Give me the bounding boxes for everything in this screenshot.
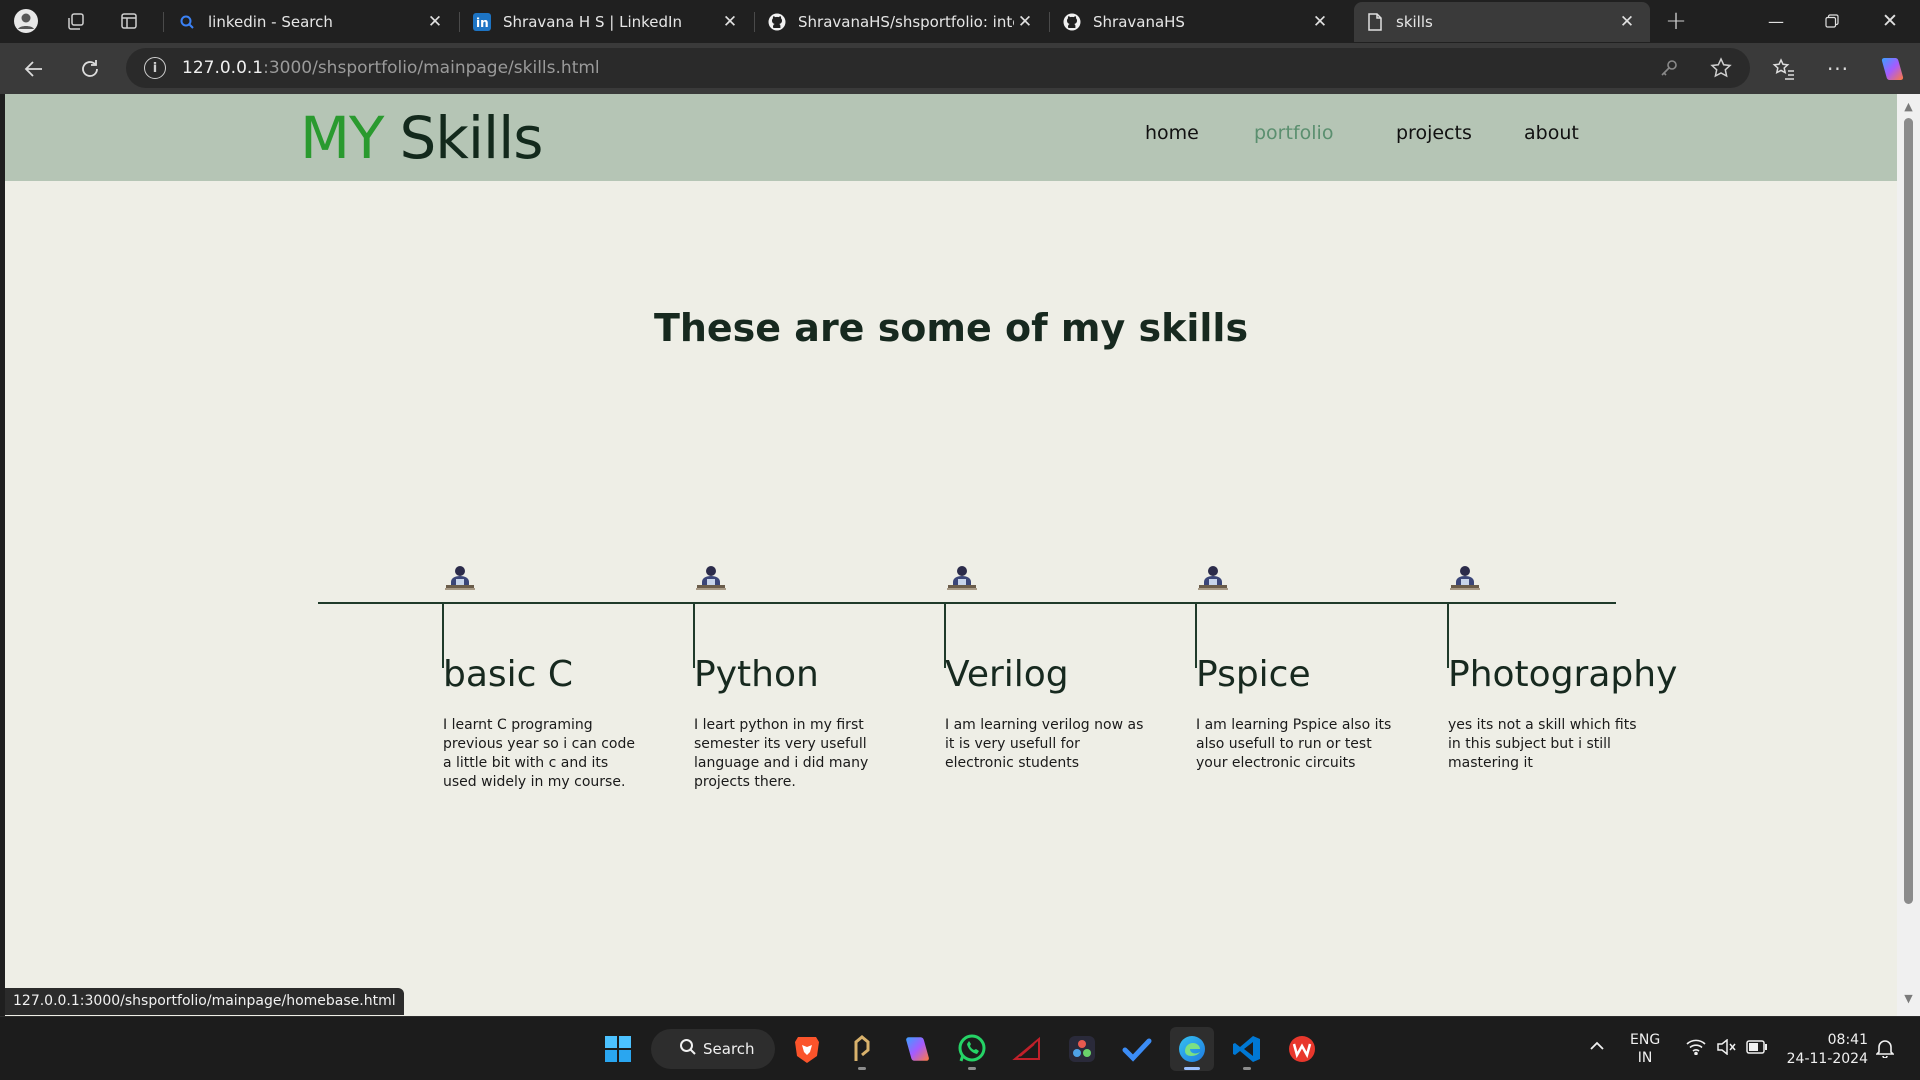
skill-description: I learnt C programing previous year so i… — [443, 717, 636, 790]
skill-name: Python — [694, 654, 819, 695]
scroll-up-icon[interactable]: ▲ — [1902, 100, 1915, 113]
browser-tab-strip: linkedin - Search ✕ in Shravana H S | Li… — [0, 0, 1920, 43]
whatsapp-icon[interactable] — [950, 1027, 994, 1071]
page-scrollbar[interactable]: ▲ ▼ — [1897, 94, 1920, 1016]
nav-projects[interactable]: projects — [1396, 122, 1472, 144]
wps-office-icon[interactable] — [1280, 1027, 1324, 1071]
language-code: ENG — [1630, 1032, 1661, 1048]
scroll-down-icon[interactable]: ▼ — [1902, 992, 1915, 1005]
close-tab-icon[interactable]: ✕ — [1309, 11, 1331, 33]
nav-home[interactable]: home — [1145, 122, 1199, 144]
page-icon — [1366, 13, 1384, 31]
tab-skills[interactable]: skills ✕ — [1354, 2, 1650, 42]
minimize-icon[interactable]: — — [1748, 0, 1804, 42]
close-tab-icon[interactable]: ✕ — [1014, 11, 1036, 33]
vscode-icon[interactable] — [1225, 1027, 1269, 1071]
start-windows-icon[interactable] — [596, 1027, 640, 1071]
region-code: IN — [1637, 1050, 1653, 1066]
tab-title: skills — [1396, 13, 1433, 31]
restore-icon[interactable] — [1804, 0, 1860, 42]
browser-toolbar: i 127.0.0.1:3000/shsportfolio/mainpage/s… — [0, 43, 1920, 94]
skill-description: I leart python in my first semester its … — [694, 717, 869, 790]
copilot-icon[interactable] — [1874, 51, 1910, 87]
todo-check-icon[interactable] — [1115, 1027, 1159, 1071]
search-icon — [679, 1038, 697, 1060]
skill-name: basic C — [443, 654, 574, 695]
clock[interactable]: 08:41 24-11-2024 — [1782, 1031, 1868, 1069]
address-bar[interactable]: i 127.0.0.1:3000/shsportfolio/mainpage/s… — [126, 48, 1750, 88]
tab-title: ShravanaHS/shsportfolio: internsl — [798, 13, 1014, 31]
close-window-icon[interactable]: ✕ — [1862, 0, 1918, 42]
refresh-icon[interactable] — [72, 51, 108, 87]
taskbar-search[interactable]: Search — [651, 1029, 775, 1069]
edge-browser-icon[interactable] — [1170, 1027, 1214, 1071]
worker-at-desk-icon — [947, 566, 977, 590]
new-tab-icon[interactable]: + — [1660, 6, 1692, 36]
tab-title: linkedin - Search — [208, 13, 333, 31]
vertical-tabs-icon[interactable] — [113, 6, 145, 36]
close-tab-icon[interactable]: ✕ — [1616, 11, 1638, 33]
brave-browser-icon[interactable] — [785, 1027, 829, 1071]
url-text[interactable]: 127.0.0.1:3000/shsportfolio/mainpage/ski… — [182, 58, 600, 78]
skill-name: Pspice — [1196, 654, 1311, 695]
workspaces-icon[interactable] — [60, 6, 92, 36]
favorites-list-icon[interactable] — [1766, 51, 1802, 87]
url-host: 127.0.0.1 — [182, 58, 264, 78]
page-heading: These are some of my skills — [653, 306, 1249, 350]
more-options-icon[interactable]: ··· — [1820, 51, 1856, 87]
worker-at-desk-icon — [445, 566, 475, 590]
show-hidden-icons[interactable] — [1588, 1037, 1606, 1059]
clock-time: 08:41 — [1827, 1032, 1868, 1048]
skill-name: Photography — [1448, 654, 1678, 695]
nav-portfolio[interactable]: portfolio — [1254, 122, 1333, 144]
nav-about[interactable]: about — [1524, 122, 1579, 144]
linkedin-icon: in — [473, 13, 491, 31]
site-header: MY Skills home portfolio projects about — [5, 94, 1897, 181]
profile-icon[interactable] — [10, 6, 42, 36]
language-indicator[interactable]: ENG IN — [1630, 1031, 1660, 1067]
worker-at-desk-icon — [696, 566, 726, 590]
search-icon — [178, 13, 196, 31]
close-tab-icon[interactable]: ✕ — [424, 11, 446, 33]
worker-at-desk-icon — [1198, 566, 1228, 590]
github-icon — [768, 13, 786, 31]
skill-description: I am learning verilog now as it is very … — [945, 717, 1144, 771]
skill-description: yes its not a skill which fits in this s… — [1448, 717, 1637, 771]
clock-date: 24-11-2024 — [1786, 1051, 1868, 1067]
tab-github-profile[interactable]: ShravanaHS ✕ — [1051, 2, 1343, 42]
tab-linkedin-profile[interactable]: in Shravana H S | LinkedIn ✕ — [461, 2, 753, 42]
skill-description: I am learning Pspice also its also usefu… — [1196, 717, 1392, 771]
notification-bell-icon[interactable] — [1875, 1038, 1895, 1062]
worker-at-desk-icon — [1450, 566, 1480, 590]
tab-title: Shravana H S | LinkedIn — [503, 13, 682, 31]
site-logo: MY Skills — [300, 104, 543, 172]
tab-linkedin-search[interactable]: linkedin - Search ✕ — [166, 2, 458, 42]
logo-my: MY — [300, 104, 384, 172]
davinci-resolve-icon[interactable] — [1060, 1027, 1104, 1071]
copilot-app-icon[interactable] — [895, 1027, 939, 1071]
github-icon — [1063, 13, 1081, 31]
svg-text:in: in — [476, 16, 489, 30]
page-viewport: MY Skills home portfolio projects about T… — [5, 94, 1897, 1016]
scrollbar-thumb[interactable] — [1904, 118, 1913, 904]
site-info-icon[interactable]: i — [144, 57, 166, 79]
game-app-icon[interactable] — [1005, 1027, 1049, 1071]
volume-muted-icon[interactable] — [1716, 1038, 1736, 1059]
logo-skills: Skills — [399, 104, 543, 172]
skill-name: Verilog — [945, 654, 1069, 695]
timeline-line — [318, 602, 1616, 604]
windows-taskbar: Search ENG IN 08:41 24-11-2024 — [0, 1016, 1920, 1080]
app-pen-icon[interactable] — [840, 1027, 884, 1071]
wifi-icon[interactable] — [1686, 1039, 1706, 1059]
link-status-url: 127.0.0.1:3000/shsportfolio/mainpage/hom… — [5, 988, 404, 1015]
tab-title: ShravanaHS — [1093, 13, 1185, 31]
taskbar-search-label: Search — [703, 1040, 755, 1058]
tab-github-repo[interactable]: ShravanaHS/shsportfolio: internsl ✕ — [756, 2, 1048, 42]
back-icon[interactable] — [16, 51, 52, 87]
battery-icon[interactable] — [1746, 1040, 1768, 1058]
close-tab-icon[interactable]: ✕ — [719, 11, 741, 33]
favorite-star-icon[interactable] — [1710, 57, 1732, 83]
url-path: :3000/shsportfolio/mainpage/skills.html — [263, 58, 600, 78]
key-icon[interactable] — [1658, 57, 1680, 83]
